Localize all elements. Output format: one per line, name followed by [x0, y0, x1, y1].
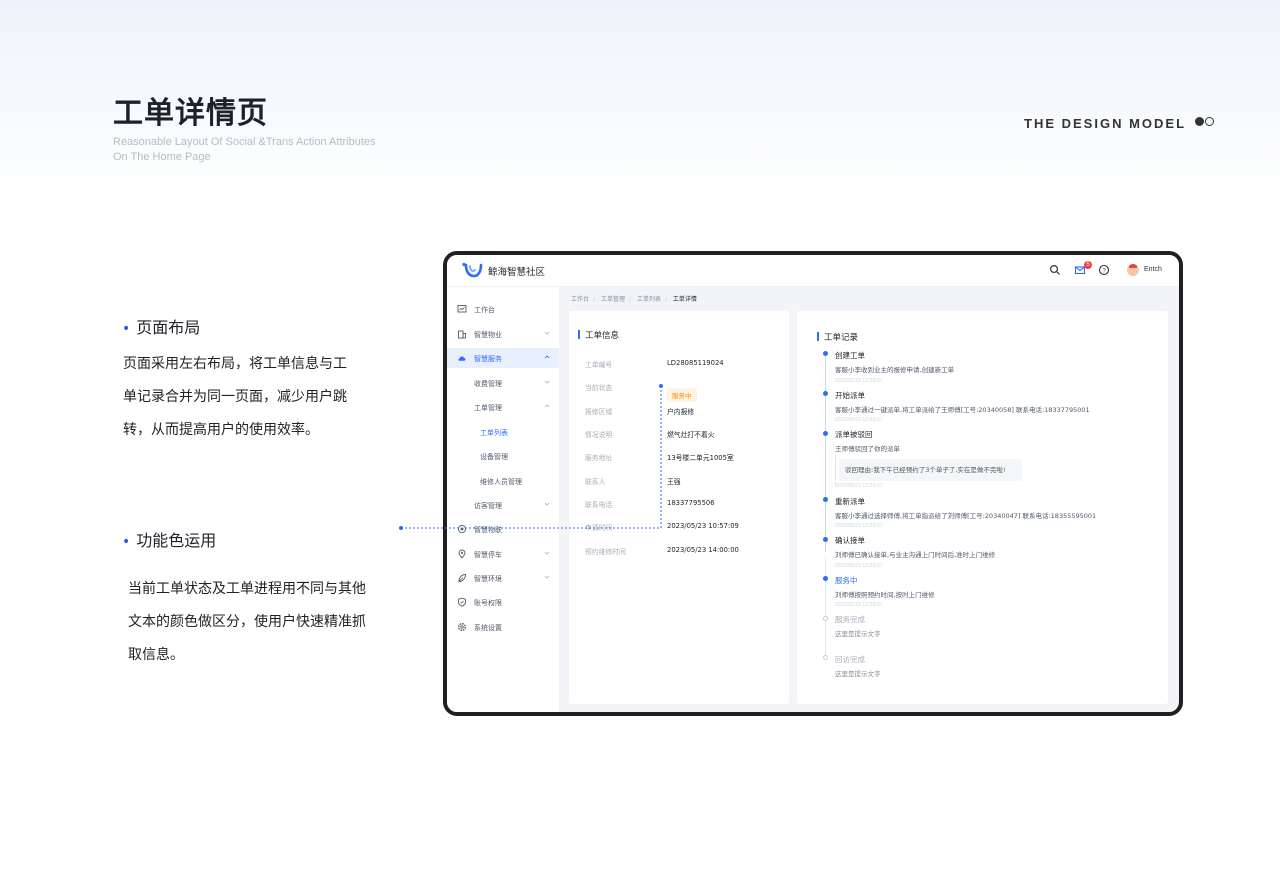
gear-icon — [458, 623, 466, 631]
timeline-title-pending: 服务完成 — [835, 615, 865, 624]
records-card-title: 工单记录 — [816, 332, 859, 343]
status-badge: 服务中 — [667, 388, 697, 402]
chevron-up-icon — [544, 355, 550, 359]
records-card: 工单记录 创建工单 客服小李收到业主的报修申请,创建新工单 2022/05/23… — [797, 311, 1168, 704]
reject-divider — [835, 455, 836, 485]
timeline-time: 2022/05/23 12:53:07 — [835, 483, 883, 489]
section-title-color: • 功能色运用 — [122, 531, 217, 550]
timeline-dot — [823, 497, 828, 502]
field-value: 2023/05/23 10:57:09 — [667, 522, 739, 530]
timeline-time: 2022/05/23 12:53:07 — [835, 523, 883, 529]
callout-connector — [399, 384, 663, 530]
breadcrumb-item[interactable]: 工单列表 — [637, 296, 661, 303]
timeline-title-pending: 回访完成 — [835, 655, 865, 664]
chevron-down-icon — [544, 551, 550, 555]
section-text-color: 当前工单状态及工单进程用不同与其他 文本的颜色做区分，使用户快速精准抓 取信息。 — [128, 581, 366, 663]
brand-dots-icon — [1195, 117, 1215, 136]
timeline-dot-pending — [823, 655, 828, 660]
timeline-desc: 刘师傅已确认接单,与业主沟通上门时间后,准时上门维修 — [835, 551, 996, 559]
section-text-layout: 页面采用左右布局，将工单信息与工 单记录合并为同一页面，减少用户跳 转，从而提高… — [123, 356, 347, 438]
breadcrumb-item[interactable]: 工作台 — [571, 296, 589, 303]
reject-reason: 驳回理由:我下午已经预约了3个单子了,实在是做不完啦! — [839, 459, 1022, 481]
timeline-dot — [823, 391, 828, 396]
help-icon[interactable]: ? — [1098, 264, 1110, 276]
username[interactable]: Entch — [1144, 266, 1162, 273]
field-value: 户内报修 — [667, 408, 695, 416]
timeline-title: 开始派单 — [835, 391, 865, 400]
shield-icon — [458, 597, 466, 607]
timeline-title-current: 服务中 — [835, 576, 858, 585]
timeline-dot — [823, 537, 828, 542]
avatar[interactable] — [1127, 264, 1139, 276]
info-card-title: 工单信息 — [577, 330, 620, 341]
location-icon — [458, 549, 466, 559]
sidebar-item-permissions[interactable]: 账号权限 — [447, 592, 559, 612]
building-icon — [458, 330, 466, 339]
cloud-icon — [458, 356, 466, 361]
field-value: LD28085119024 — [667, 359, 724, 367]
timeline-title: 创建工单 — [835, 351, 865, 360]
timeline-time: 2022/05/23 12:53:07 — [835, 417, 883, 423]
page-subtitle: Reasonable Layout Of Social &Trans Actio… — [113, 136, 376, 163]
timeline-desc: 这里是提示文字 — [835, 670, 881, 678]
timeline-dot-current — [823, 576, 828, 581]
sidebar-item-dashboard[interactable]: 工作台 — [447, 299, 559, 319]
field-label: 预约维修时间 — [585, 548, 626, 556]
page-title: 工单详情页 — [113, 96, 268, 131]
field-value: 燃气灶打不着火 — [667, 431, 715, 439]
breadcrumb-current: 工单详情 — [672, 296, 697, 303]
chevron-down-icon — [544, 575, 550, 579]
brand-name: THE DESIGN MODEL — [1024, 116, 1187, 131]
field-value: 2023/05/23 14:00:00 — [667, 546, 739, 554]
field-value: 13号楼二单元1005室 — [667, 454, 734, 462]
section-title-layout: • 页面布局 — [122, 318, 201, 337]
timeline-title: 确认接单 — [835, 536, 865, 545]
timeline-time: 2022/05/23 12:53:07 — [835, 602, 883, 608]
timeline-desc: 这里是提示文字 — [835, 630, 881, 638]
sidebar-item-parking[interactable]: 智慧停车 — [447, 544, 559, 564]
timeline-desc: 客服小李通过选择师傅,将工单指派给了刘师傅[工号:20340047] 联系电话:… — [835, 512, 1097, 520]
timeline-desc: 王师傅驳回了你的派单 — [835, 445, 900, 453]
leaf-icon — [458, 574, 466, 582]
timeline-dot — [823, 431, 828, 436]
notification-badge: 5 — [1084, 261, 1092, 269]
sidebar-item-property[interactable]: 智慧物业 — [447, 324, 559, 344]
chevron-down-icon — [544, 331, 550, 335]
app-name: 鲸海智慧社区 — [488, 267, 546, 278]
field-label: 工单编号 — [585, 361, 613, 369]
sidebar-item-service[interactable]: 智慧服务 — [447, 348, 559, 368]
breadcrumb: 工作台 / 工单管理 / 工单列表 / 工单详情 — [571, 296, 697, 303]
field-value: 18337795506 — [667, 499, 715, 507]
timeline-title: 派单被驳回 — [835, 430, 873, 439]
field-value: 王强 — [667, 478, 681, 486]
timeline-dot — [823, 351, 828, 356]
breadcrumb-item[interactable]: 工单管理 — [601, 296, 625, 303]
top-bar: 鲸海智慧社区 5 ? Entch — [447, 255, 1179, 287]
search-icon[interactable] — [1049, 264, 1061, 276]
timeline-desc: 客服小李收到业主的报修申请,创建新工单 — [835, 366, 955, 374]
timeline-dot-pending — [823, 616, 828, 621]
timeline-desc: 刘师傅按照预约时间,按时上门维修 — [835, 591, 935, 599]
dashboard-icon — [457, 305, 467, 313]
logo-icon — [462, 262, 483, 278]
timeline-title: 重新派单 — [835, 497, 865, 506]
timeline-desc: 客服小李通过一键派单,将工单派给了王师傅[工号:20340058] 联系电话:1… — [835, 406, 1090, 414]
svg-text:?: ? — [1102, 267, 1106, 274]
timeline-time: 2022/05/23 12:53:07 — [835, 563, 883, 569]
sidebar-item-environment[interactable]: 智慧环境 — [447, 568, 559, 588]
sidebar-item-settings[interactable]: 系统设置 — [447, 617, 559, 637]
timeline-line-pending — [825, 557, 826, 657]
timeline-line — [825, 353, 826, 552]
timeline-time: 2022/05/23 12:53:07 — [835, 378, 883, 384]
